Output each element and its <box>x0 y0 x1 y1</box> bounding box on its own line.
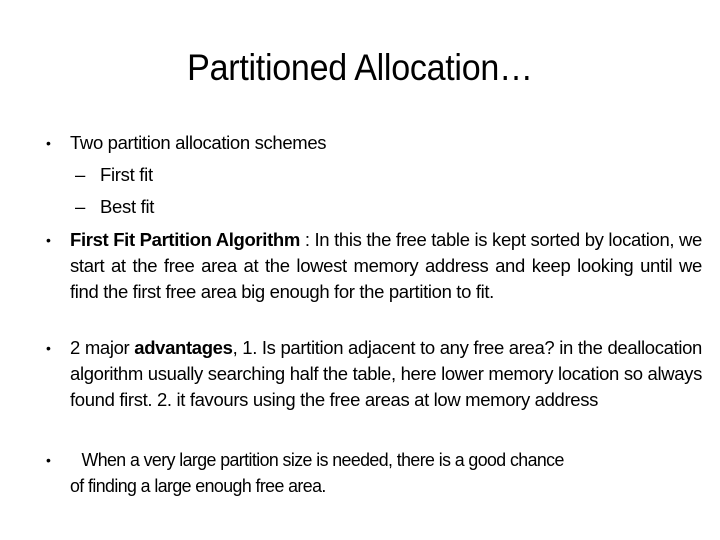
sub-item-first-fit: – First fit <box>75 162 153 188</box>
bullet-icon: • <box>46 340 51 356</box>
bullet-item-large-partition: • When a very large partition size is ne… <box>46 447 702 499</box>
dash-icon: – <box>75 196 85 217</box>
bullet-icon: • <box>46 452 51 468</box>
bullet-item-schemes: • Two partition allocation schemes <box>46 130 702 156</box>
dash-icon: – <box>75 164 85 185</box>
bullet-icon: • <box>46 232 51 248</box>
bullet-line-2: of finding a large enough free area. <box>70 475 326 496</box>
sub-item-best-fit: – Best fit <box>75 194 154 220</box>
bullet-prefix: 2 major <box>70 337 135 358</box>
bullet-text: First Fit Partition Algorithm : In this … <box>70 227 702 305</box>
bold-term: advantages <box>134 337 233 358</box>
sub-item-text: First fit <box>100 164 153 185</box>
bullet-text: 2 major advantages, 1. Is partition adja… <box>70 335 702 413</box>
slide-body: • Two partition allocation schemes – Firs… <box>0 0 720 540</box>
bullet-line-1: When a very large partition size is need… <box>81 449 565 470</box>
bullet-text: When a very large partition size is need… <box>70 447 677 473</box>
bullet-item-advantages: • 2 major advantages, 1. Is partition ad… <box>46 335 702 413</box>
bullet-icon: • <box>46 135 51 151</box>
bold-term: First Fit Partition Algorithm <box>70 229 300 250</box>
bullet-item-first-fit-algorithm: • First Fit Partition Algorithm : In thi… <box>46 227 702 305</box>
bullet-text: Two partition allocation schemes <box>70 132 327 153</box>
sub-item-text: Best fit <box>100 196 155 217</box>
